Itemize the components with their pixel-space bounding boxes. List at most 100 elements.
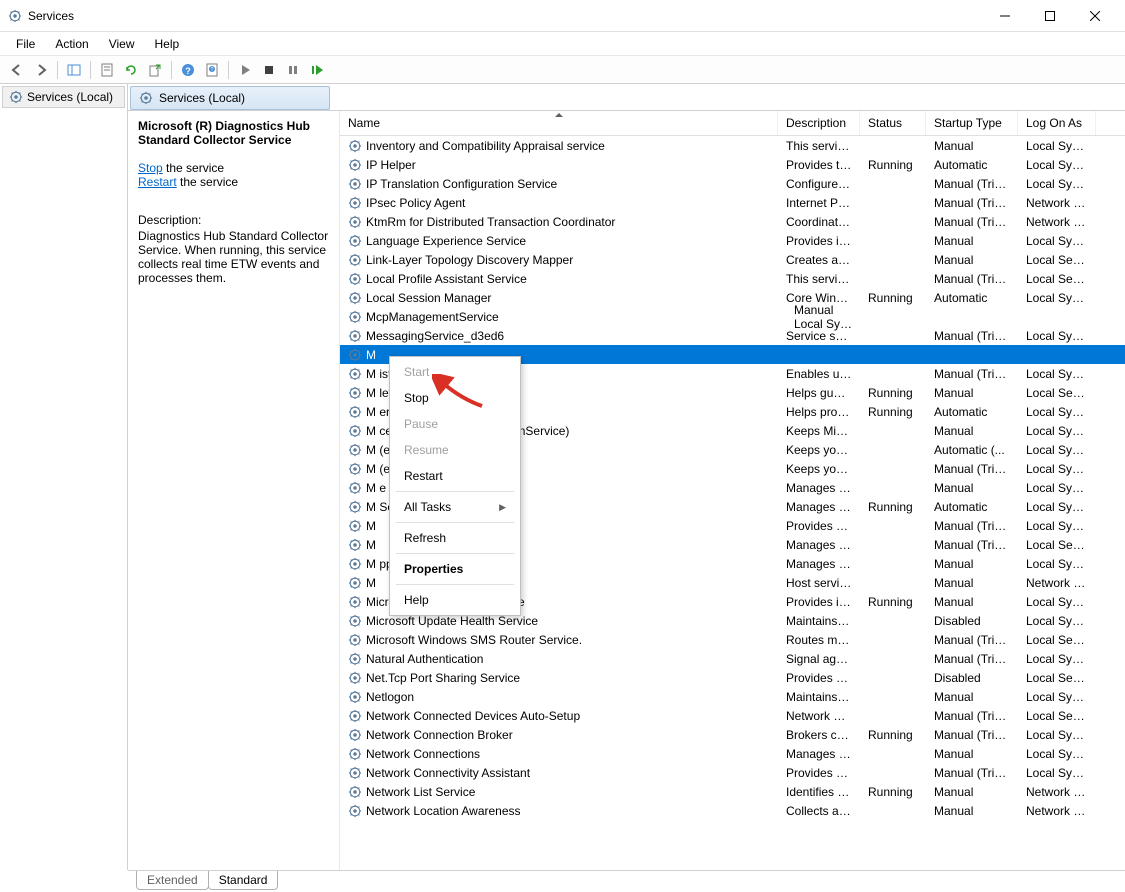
gear-icon — [348, 196, 362, 210]
export-button[interactable] — [144, 59, 166, 81]
tree-root-item[interactable]: Services (Local) — [2, 86, 125, 108]
gear-icon — [348, 690, 362, 704]
service-startup: Disabled — [926, 614, 1018, 628]
service-row[interactable]: Network Connection Broker Brokers con...… — [340, 725, 1125, 744]
service-logon: Network S... — [1018, 576, 1096, 590]
service-description: Keeps your ... — [778, 443, 860, 457]
service-row[interactable]: Language Experience Service Provides inf… — [340, 231, 1125, 250]
gear-icon — [348, 766, 362, 780]
service-logon: Local Syste... — [1018, 158, 1096, 172]
service-row[interactable]: McpManagementService Manual Local Syste.… — [340, 307, 1125, 326]
list-header: Name Description Status Startup Type Log… — [340, 111, 1125, 136]
column-status[interactable]: Status — [860, 111, 926, 135]
service-row[interactable]: MessagingService_d3ed6 Service sup... Ma… — [340, 326, 1125, 345]
service-description: Manages so... — [778, 557, 860, 571]
service-startup: Manual — [926, 234, 1018, 248]
stop-service-link[interactable]: Stop — [138, 161, 163, 175]
minimize-button[interactable] — [982, 1, 1027, 31]
service-description: Manages re... — [778, 500, 860, 514]
service-startup: Manual — [926, 747, 1018, 761]
service-name: Net.Tcp Port Sharing Service — [366, 671, 520, 685]
service-row[interactable]: Link-Layer Topology Discovery Mapper Cre… — [340, 250, 1125, 269]
context-properties[interactable]: Properties — [392, 556, 518, 582]
context-restart[interactable]: Restart — [392, 463, 518, 489]
service-description: Creates a N... — [778, 253, 860, 267]
column-startup-type[interactable]: Startup Type — [926, 111, 1018, 135]
context-help[interactable]: Help — [392, 587, 518, 613]
context-refresh[interactable]: Refresh — [392, 525, 518, 551]
help-topics-button[interactable]: ? — [201, 59, 223, 81]
pause-service-button[interactable] — [282, 59, 304, 81]
service-name: Network Location Awareness — [366, 804, 521, 818]
service-name: IP Translation Configuration Service — [366, 177, 557, 191]
service-row[interactable]: Local Session Manager Core Windo... Runn… — [340, 288, 1125, 307]
service-row[interactable]: Network List Service Identifies th... Ru… — [340, 782, 1125, 801]
service-row[interactable]: Netlogon Maintains a ... Manual Local Sy… — [340, 687, 1125, 706]
gear-icon — [348, 671, 362, 685]
service-row[interactable]: Local Profile Assistant Service This ser… — [340, 269, 1125, 288]
service-row[interactable]: IP Translation Configuration Service Con… — [340, 174, 1125, 193]
service-row[interactable]: Microsoft Windows SMS Router Service. Ro… — [340, 630, 1125, 649]
service-row[interactable]: Network Connected Devices Auto-Setup Net… — [340, 706, 1125, 725]
menu-view[interactable]: View — [99, 35, 145, 53]
gear-icon — [348, 215, 362, 229]
properties-button[interactable] — [96, 59, 118, 81]
forward-button[interactable] — [30, 59, 52, 81]
service-row[interactable]: KtmRm for Distributed Transaction Coordi… — [340, 212, 1125, 231]
service-logon: Local Syste... — [1018, 462, 1096, 476]
service-row[interactable]: IP Helper Provides tu... Running Automat… — [340, 155, 1125, 174]
gear-icon — [348, 405, 362, 419]
show-hide-tree-button[interactable] — [63, 59, 85, 81]
service-description: Provides inf... — [778, 234, 860, 248]
gear-icon — [348, 234, 362, 248]
maximize-button[interactable] — [1027, 1, 1072, 31]
tab-extended[interactable]: Extended — [136, 871, 209, 890]
service-logon: Local Syste... — [1018, 234, 1096, 248]
service-row[interactable]: Network Location Awareness Collects an..… — [340, 801, 1125, 820]
service-logon: Local Syste... — [1018, 652, 1096, 666]
refresh-button[interactable] — [120, 59, 142, 81]
restart-service-button[interactable] — [306, 59, 328, 81]
column-description[interactable]: Description — [778, 111, 860, 135]
start-service-button[interactable] — [234, 59, 256, 81]
close-button[interactable] — [1072, 1, 1117, 31]
menu-help[interactable]: Help — [145, 35, 190, 53]
service-description: Signal aggr... — [778, 652, 860, 666]
service-row[interactable]: Inventory and Compatibility Appraisal se… — [340, 136, 1125, 155]
service-row[interactable]: Network Connectivity Assistant Provides … — [340, 763, 1125, 782]
gear-icon — [348, 785, 362, 799]
gear-icon — [348, 652, 362, 666]
gear-icon — [348, 804, 362, 818]
service-name: Natural Authentication — [366, 652, 483, 666]
service-startup: Manual — [926, 386, 1018, 400]
gear-icon — [348, 633, 362, 647]
service-description: Internet Pro... — [778, 196, 860, 210]
menu-action[interactable]: Action — [45, 35, 98, 53]
tree-root-label: Services (Local) — [27, 90, 113, 104]
back-button[interactable] — [6, 59, 28, 81]
column-log-on-as[interactable]: Log On As — [1018, 111, 1096, 135]
menu-bar: FileActionViewHelp — [0, 32, 1125, 56]
column-name[interactable]: Name — [340, 111, 778, 135]
service-name: MessagingService_d3ed6 — [366, 329, 504, 343]
service-startup: Manual (Trig... — [926, 196, 1018, 210]
stop-service-button[interactable] — [258, 59, 280, 81]
help-button[interactable]: ? — [177, 59, 199, 81]
gear-icon — [348, 272, 362, 286]
service-row[interactable]: Network Connections Manages o... Manual … — [340, 744, 1125, 763]
service-name: Network Connection Broker — [366, 728, 513, 742]
context-stop[interactable]: Stop — [392, 385, 518, 411]
restart-service-link[interactable]: Restart — [138, 175, 177, 189]
title-bar: Services — [0, 0, 1125, 32]
service-logon: Local Syste... — [1018, 139, 1096, 153]
gear-icon — [348, 614, 362, 628]
menu-file[interactable]: File — [6, 35, 45, 53]
gear-icon — [348, 253, 362, 267]
service-startup: Manual — [926, 253, 1018, 267]
service-row[interactable]: IPsec Policy Agent Internet Pro... Manua… — [340, 193, 1125, 212]
tab-standard[interactable]: Standard — [208, 871, 279, 890]
context-all-tasks[interactable]: All Tasks▶ — [392, 494, 518, 520]
service-row[interactable]: Net.Tcp Port Sharing Service Provides ab… — [340, 668, 1125, 687]
service-row[interactable]: Natural Authentication Signal aggr... Ma… — [340, 649, 1125, 668]
service-description: Manages In... — [778, 481, 860, 495]
